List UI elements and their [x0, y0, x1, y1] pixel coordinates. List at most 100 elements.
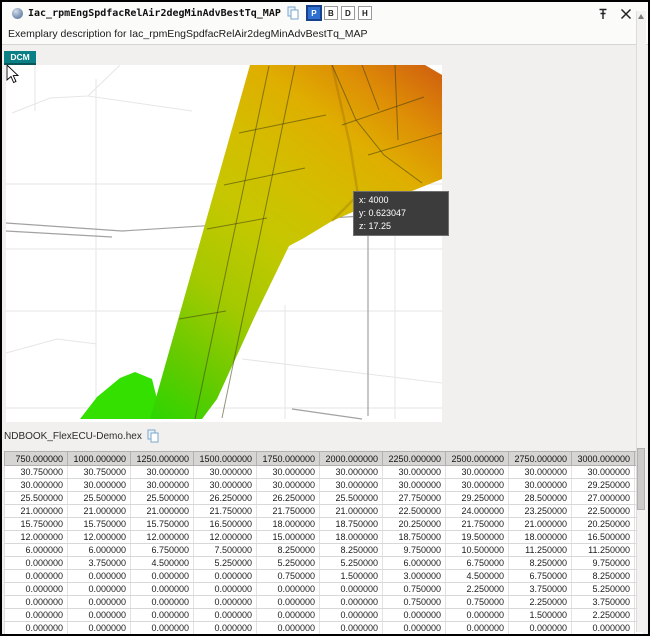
value-cell[interactable]: 0.000000 — [446, 622, 509, 635]
view-button-p[interactable]: P — [307, 6, 321, 20]
value-cell[interactable]: 9.750000 — [383, 544, 446, 557]
value-cell[interactable]: 21.000000 — [509, 518, 572, 531]
value-cell[interactable]: 28.500000 — [509, 492, 572, 505]
value-cell[interactable]: 0.000000 — [194, 596, 257, 609]
value-cell[interactable]: 0.000000 — [320, 609, 383, 622]
value-cell[interactable]: 16.500000 — [572, 531, 635, 544]
value-cell[interactable]: 0.000000 — [5, 609, 68, 622]
value-cell[interactable]: 0.000000 — [131, 583, 194, 596]
value-cell[interactable]: 30.000000 — [257, 466, 320, 479]
pin-icon[interactable] — [597, 7, 609, 19]
surface-plot-viewport[interactable]: x: 4000 y: 0.623047 z: 17.25 — [6, 65, 442, 422]
value-cell[interactable]: 27.750000 — [383, 492, 446, 505]
value-cell[interactable]: 0.000000 — [68, 609, 131, 622]
copy-icon[interactable] — [286, 6, 300, 20]
value-cell[interactable]: 30.000000 — [446, 466, 509, 479]
value-cell[interactable]: 0.000000 — [194, 570, 257, 583]
value-cell[interactable]: 21.000000 — [5, 505, 68, 518]
column-header[interactable]: 1750.000000 — [257, 452, 320, 466]
value-cell[interactable]: 7.500000 — [194, 544, 257, 557]
value-cell[interactable]: 4.500000 — [131, 557, 194, 570]
value-cell[interactable]: 0.000000 — [572, 622, 635, 635]
value-cell[interactable]: 16.500000 — [194, 518, 257, 531]
value-cell[interactable]: 2.250000 — [509, 596, 572, 609]
value-cell[interactable]: 0.750000 — [383, 583, 446, 596]
value-cell[interactable]: 0.000000 — [257, 622, 320, 635]
value-cell[interactable]: 12.000000 — [68, 531, 131, 544]
value-cell[interactable]: 3.750000 — [572, 596, 635, 609]
value-cell[interactable]: 0.000000 — [194, 622, 257, 635]
value-cell[interactable]: 1.500000 — [509, 609, 572, 622]
value-cell[interactable]: 1.500000 — [320, 570, 383, 583]
value-cell[interactable]: 26.250000 — [257, 492, 320, 505]
value-cell[interactable]: 30.000000 — [509, 466, 572, 479]
value-cell[interactable]: 5.250000 — [194, 557, 257, 570]
value-cell[interactable]: 18.750000 — [383, 531, 446, 544]
value-cell[interactable]: 23.250000 — [509, 505, 572, 518]
value-cell[interactable]: 21.750000 — [194, 505, 257, 518]
value-cell[interactable]: 30.000000 — [131, 479, 194, 492]
value-cell[interactable]: 0.000000 — [320, 596, 383, 609]
value-cell[interactable]: 8.250000 — [320, 544, 383, 557]
close-icon[interactable] — [620, 7, 632, 19]
value-cell[interactable]: 0.000000 — [320, 583, 383, 596]
value-cell[interactable]: 19.500000 — [446, 531, 509, 544]
value-cell[interactable]: 4.500000 — [446, 570, 509, 583]
value-cell[interactable]: 11.250000 — [572, 544, 635, 557]
value-cell[interactable]: 0.000000 — [320, 622, 383, 635]
value-cell[interactable]: 3.750000 — [509, 583, 572, 596]
value-cell[interactable]: 15.750000 — [68, 518, 131, 531]
value-cell[interactable]: 18.000000 — [257, 518, 320, 531]
value-cell[interactable]: 18.750000 — [320, 518, 383, 531]
scrollbar-thumb[interactable] — [637, 448, 645, 510]
value-cell[interactable]: 0.000000 — [509, 622, 572, 635]
value-cell[interactable]: 30.000000 — [131, 466, 194, 479]
view-button-d[interactable]: D — [341, 6, 355, 20]
value-cell[interactable]: 5.250000 — [257, 557, 320, 570]
value-cell[interactable]: 0.000000 — [68, 622, 131, 635]
value-cell[interactable]: 22.500000 — [383, 505, 446, 518]
value-cell[interactable]: 6.750000 — [509, 570, 572, 583]
value-cell[interactable]: 0.000000 — [131, 609, 194, 622]
value-cell[interactable]: 15.000000 — [257, 531, 320, 544]
value-cell[interactable]: 0.750000 — [383, 596, 446, 609]
value-cell[interactable]: 6.750000 — [131, 544, 194, 557]
value-cell[interactable]: 0.000000 — [68, 596, 131, 609]
value-cell[interactable]: 0.000000 — [383, 609, 446, 622]
value-cell[interactable]: 0.000000 — [446, 609, 509, 622]
column-header[interactable]: 750.000000 — [5, 452, 68, 466]
column-header[interactable]: 2000.000000 — [320, 452, 383, 466]
value-cell[interactable]: 15.750000 — [5, 518, 68, 531]
value-cell[interactable]: 25.500000 — [320, 492, 383, 505]
value-cell[interactable]: 10.500000 — [446, 544, 509, 557]
value-cell[interactable]: 2.250000 — [446, 583, 509, 596]
value-cell[interactable]: 21.000000 — [131, 505, 194, 518]
value-cell[interactable]: 0.000000 — [383, 622, 446, 635]
value-cell[interactable]: 6.000000 — [5, 544, 68, 557]
value-cell[interactable]: 0.000000 — [257, 596, 320, 609]
value-cell[interactable]: 30.000000 — [68, 479, 131, 492]
value-cell[interactable]: 0.000000 — [5, 622, 68, 635]
view-button-h[interactable]: H — [358, 6, 372, 20]
value-cell[interactable]: 25.500000 — [131, 492, 194, 505]
value-cell[interactable]: 8.250000 — [572, 570, 635, 583]
value-cell[interactable]: 0.000000 — [5, 570, 68, 583]
column-header[interactable]: 2500.000000 — [446, 452, 509, 466]
column-header[interactable]: 3000.000000 — [572, 452, 635, 466]
value-cell[interactable]: 30.750000 — [5, 466, 68, 479]
value-cell[interactable]: 0.000000 — [194, 583, 257, 596]
view-button-b[interactable]: B — [324, 6, 338, 20]
value-cell[interactable]: 0.000000 — [68, 570, 131, 583]
value-cell[interactable]: 0.000000 — [5, 557, 68, 570]
value-cell[interactable]: 30.000000 — [320, 479, 383, 492]
value-cell[interactable]: 22.500000 — [572, 505, 635, 518]
value-cell[interactable]: 5.250000 — [320, 557, 383, 570]
value-cell[interactable]: 29.250000 — [572, 479, 635, 492]
value-cell[interactable]: 30.000000 — [5, 479, 68, 492]
value-cell[interactable]: 0.750000 — [257, 570, 320, 583]
value-cell[interactable]: 0.000000 — [5, 596, 68, 609]
value-cell[interactable]: 9.750000 — [572, 557, 635, 570]
value-cell[interactable]: 21.000000 — [320, 505, 383, 518]
value-cell[interactable]: 0.000000 — [194, 609, 257, 622]
value-cell[interactable]: 3.000000 — [383, 570, 446, 583]
